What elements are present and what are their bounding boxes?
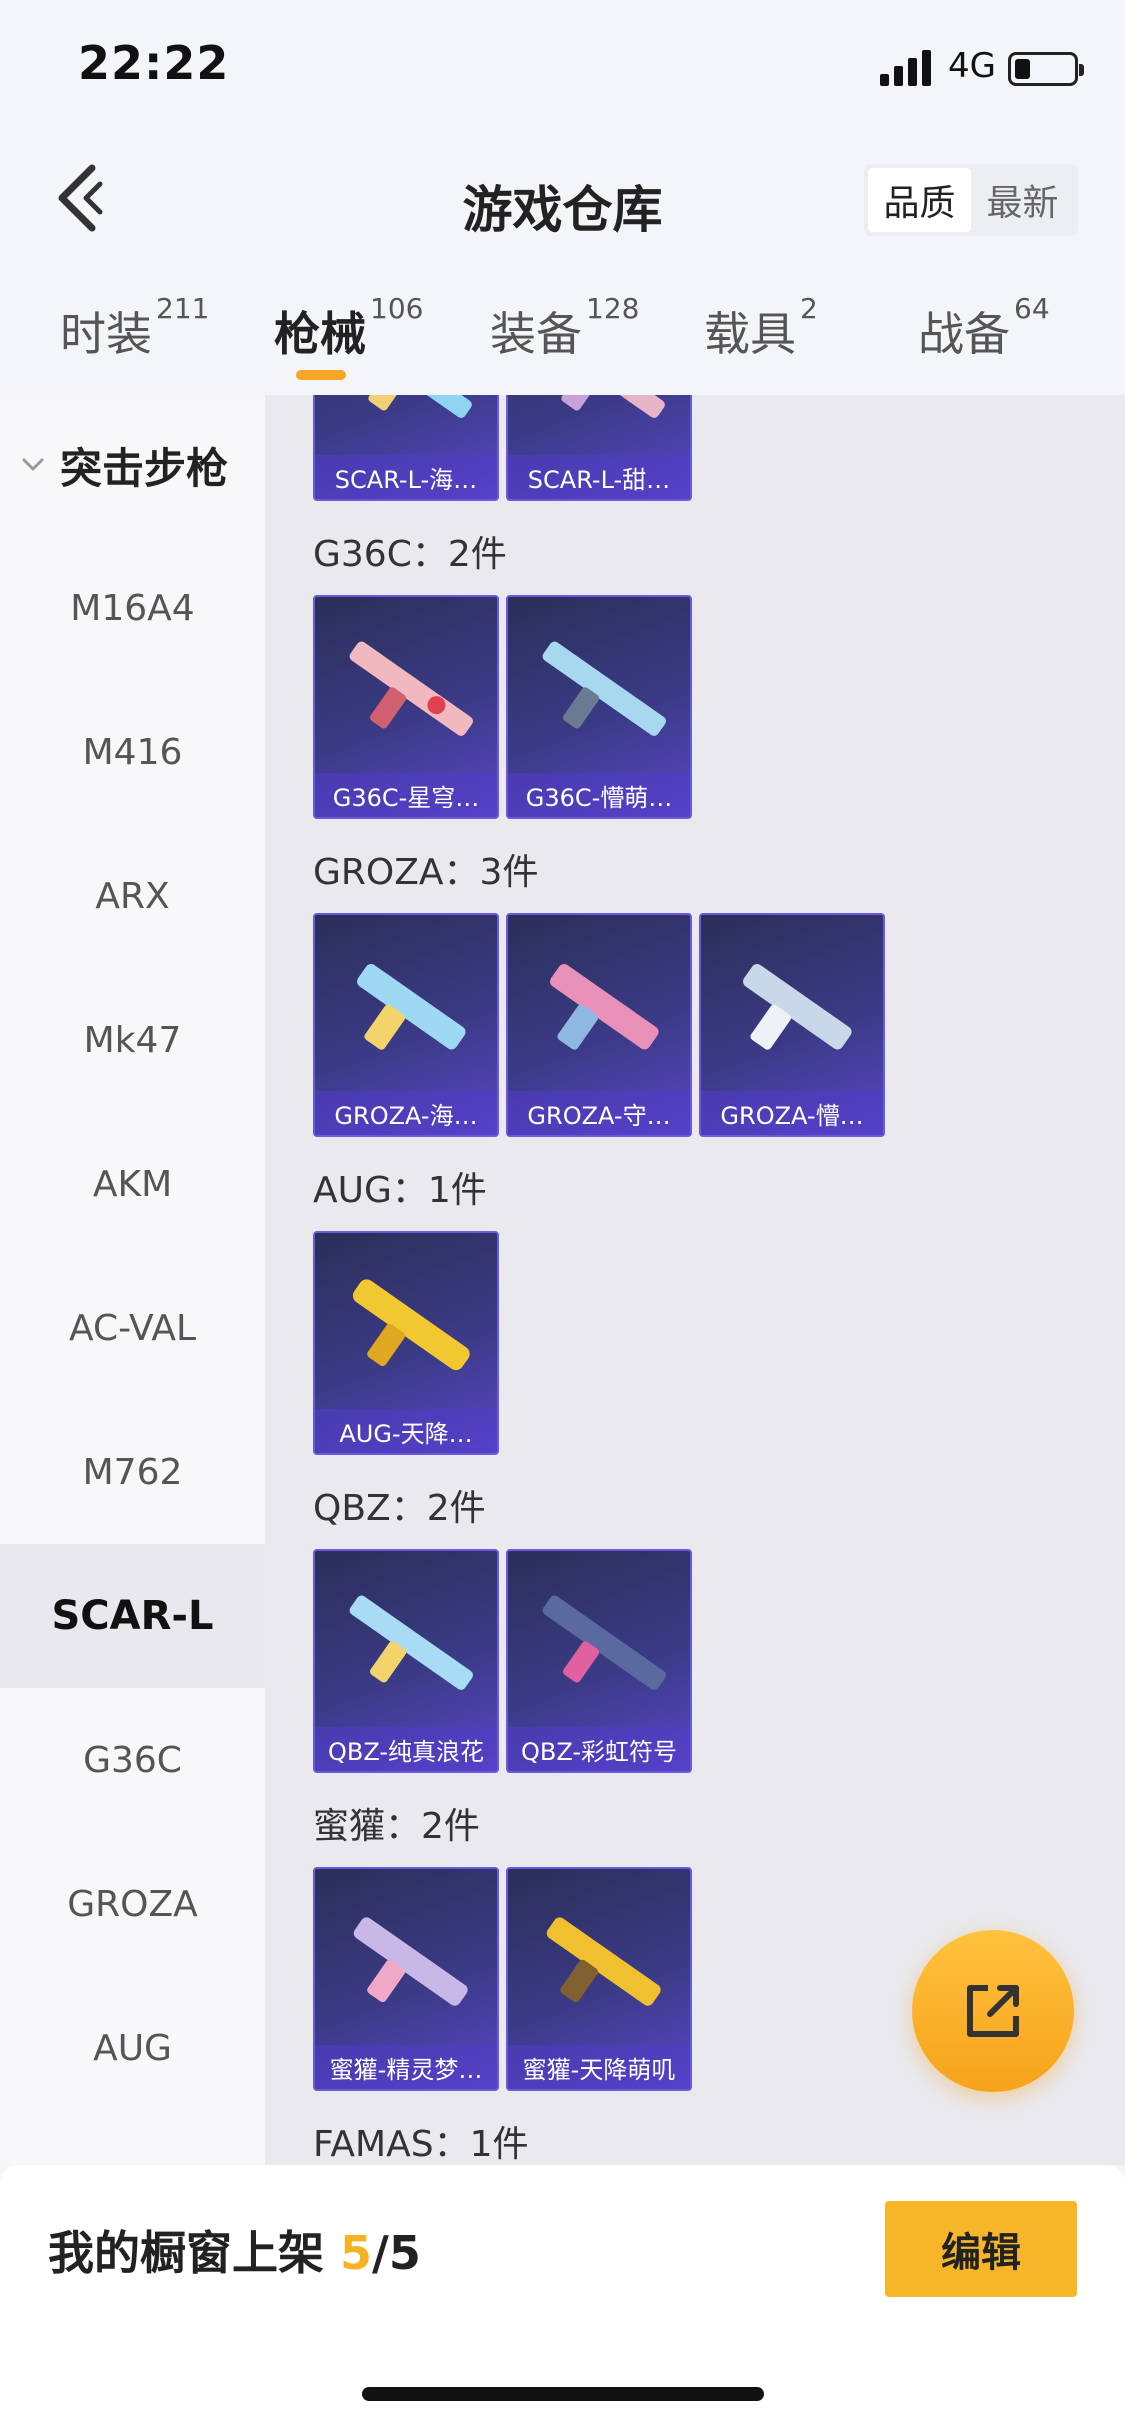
sidebar-item[interactable]: Mk47 <box>0 968 265 1112</box>
skin-name: GROZA-懵… <box>701 1091 883 1135</box>
skin-name: GROZA-守… <box>508 1091 690 1135</box>
section-title: FAMAS：1件 <box>313 2124 529 2165</box>
share-icon <box>967 1985 1019 2037</box>
tab-count: 211 <box>156 292 210 325</box>
battery-level <box>1015 59 1030 79</box>
gun-icon <box>349 395 472 418</box>
home-indicator[interactable] <box>362 2387 764 2401</box>
gun-icon <box>349 641 473 736</box>
showcase-label: 我的橱窗上架 <box>48 2226 341 2280</box>
skin-card[interactable]: G36C-星穹… <box>313 595 499 819</box>
skin-name: G36C-懵萌… <box>508 773 690 817</box>
gun-icon <box>349 1595 473 1690</box>
sidebar-item[interactable]: G36C <box>0 1688 265 1832</box>
tab-vehicles[interactable]: 载具 2 <box>704 292 818 364</box>
skin-name: 蜜獾-天降萌叽 <box>508 2045 690 2089</box>
skin-name: AUG-天降… <box>315 1409 497 1453</box>
tab-label: 装备 <box>490 307 582 361</box>
tab-label: 时装 <box>60 307 152 361</box>
sidebar-item[interactable]: AC-VAL <box>0 1256 265 1400</box>
sidebar-item[interactable]: M16A4 <box>0 536 265 680</box>
tab-count: 2 <box>800 292 818 325</box>
sidebar-item[interactable]: M416 <box>0 680 265 824</box>
skin-card[interactable]: GROZA-海… <box>313 913 499 1137</box>
tab-equipment[interactable]: 装备 128 <box>490 292 639 364</box>
showcase-status: 我的橱窗上架 5/5 <box>48 2217 421 2283</box>
sidebar-item-active[interactable]: SCAR-L <box>0 1544 265 1688</box>
skin-card[interactable]: 蜜獾-天降萌叽 <box>506 1867 692 2091</box>
bottom-bar: 我的橱窗上架 5/5 编辑 <box>0 2165 1125 2436</box>
skin-card[interactable]: G36C-懵萌… <box>506 595 692 819</box>
skin-card[interactable]: QBZ-彩虹符号 <box>506 1549 692 1773</box>
tab-label: 战备 <box>918 307 1010 361</box>
tab-count: 128 <box>586 292 640 325</box>
sidebar-item[interactable]: AUG <box>0 1976 265 2120</box>
section-title: GROZA：3件 <box>313 852 539 893</box>
category-tabs: 时装 211 枪械 106 装备 128 载具 2 战备 64 <box>0 290 1125 390</box>
sidebar-item[interactable]: M762 <box>0 1400 265 1544</box>
header: 游戏仓库 品质 最新 <box>0 140 1125 260</box>
sort-quality-button[interactable]: 品质 <box>868 168 971 232</box>
active-tab-indicator <box>296 370 346 380</box>
gun-icon <box>357 964 466 1050</box>
skin-card[interactable]: 蜜獾-精灵梦… <box>313 1867 499 2091</box>
skin-name: QBZ-彩虹符号 <box>508 1727 690 1771</box>
gun-icon <box>542 395 665 418</box>
chevron-down-icon <box>22 458 44 471</box>
skin-card[interactable]: GROZA-守… <box>506 913 692 1137</box>
section-title: QBZ：2件 <box>313 1488 486 1529</box>
tab-weapons[interactable]: 枪械 106 <box>274 292 423 364</box>
weapon-sidebar: 突击步枪 M16A4 M416 ARX Mk47 AKM AC-VAL M762… <box>0 395 265 2165</box>
showcase-used-count: 5 <box>340 2226 373 2280</box>
status-time: 22:22 <box>78 36 230 90</box>
skin-card[interactable]: SCAR-L-甜… <box>506 395 692 501</box>
section-title: 蜜獾：2件 <box>313 1806 480 1847</box>
skin-card[interactable]: GROZA-懵… <box>699 913 885 1137</box>
sort-toggle: 品质 最新 <box>864 164 1078 236</box>
skin-name: SCAR-L-甜… <box>508 455 690 499</box>
skin-name: G36C-星穹… <box>315 773 497 817</box>
skin-name: 蜜獾-精灵梦… <box>315 2045 497 2089</box>
network-label: 4G <box>948 46 996 86</box>
sort-newest-button[interactable]: 最新 <box>971 168 1074 232</box>
share-button[interactable] <box>912 1930 1074 2092</box>
tab-count: 64 <box>1014 292 1050 325</box>
skin-card[interactable]: SCAR-L-海… <box>313 395 499 501</box>
skin-card[interactable]: QBZ-纯真浪花 <box>313 1549 499 1773</box>
gun-icon <box>542 1595 666 1690</box>
edit-button[interactable]: 编辑 <box>885 2201 1077 2297</box>
skin-name: SCAR-L-海… <box>315 455 497 499</box>
gun-icon <box>353 1917 468 2006</box>
sidebar-group-assault-rifles[interactable]: 突击步枪 <box>0 435 265 495</box>
section-title: AUG：1件 <box>313 1170 487 1211</box>
battery-icon <box>1008 52 1084 86</box>
skin-name: QBZ-纯真浪花 <box>315 1727 497 1771</box>
sidebar-item[interactable]: GROZA <box>0 1832 265 1976</box>
gun-icon <box>352 1279 470 1371</box>
tab-fashion[interactable]: 时装 211 <box>60 292 209 364</box>
gun-icon <box>542 641 666 736</box>
gun-icon <box>550 964 659 1050</box>
tab-label: 载具 <box>704 307 796 361</box>
tab-count: 106 <box>370 292 424 325</box>
sidebar-group-label: 突击步枪 <box>60 443 229 493</box>
status-bar: 22:22 4G <box>0 0 1125 130</box>
gun-icon <box>546 1917 661 2006</box>
sidebar-item[interactable]: ARX <box>0 824 265 968</box>
weapon-grid: SCAR-L-海… SCAR-L-甜… G36C：2件 G36C-星穹… G36… <box>265 395 1125 2165</box>
gun-icon <box>743 964 852 1050</box>
skin-name: GROZA-海… <box>315 1091 497 1135</box>
skin-card[interactable]: AUG-天降… <box>313 1231 499 1455</box>
signal-icon <box>880 50 936 86</box>
showcase-total: /5 <box>372 2226 421 2280</box>
sidebar-item[interactable]: AKM <box>0 1112 265 1256</box>
tab-label: 枪械 <box>274 307 366 361</box>
tab-supplies[interactable]: 战备 64 <box>918 292 1050 364</box>
section-title: G36C：2件 <box>313 534 507 575</box>
